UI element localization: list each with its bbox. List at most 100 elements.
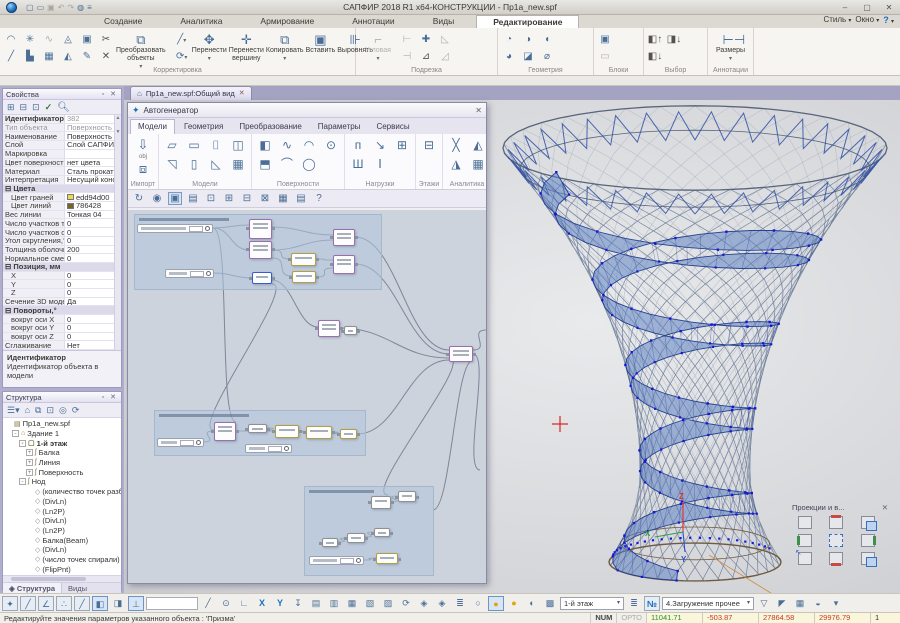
sphere-icon[interactable]: ◯ (300, 155, 318, 173)
link-icon[interactable]: ⊡ (46, 405, 54, 416)
slider-node[interactable] (137, 224, 213, 233)
slope1-icon[interactable]: ◺ (437, 32, 453, 47)
import-model-icon[interactable]: ⧈ (132, 160, 154, 178)
property-value[interactable]: Несущий конст... (65, 176, 121, 184)
storeys-icon[interactable]: ⊟ (420, 136, 438, 154)
property-value[interactable]: Нет▾ (65, 341, 121, 349)
ag-tab-Параметры[interactable]: Параметры (311, 120, 368, 134)
tree-expand-icon[interactable]: - (19, 440, 26, 447)
pin-icon[interactable]: ▫ (102, 394, 106, 401)
graph-node[interactable] (322, 538, 338, 547)
value-field[interactable] (146, 597, 198, 610)
node-canvas[interactable] (128, 210, 486, 583)
graph-node[interactable] (292, 271, 316, 283)
display-box2-icon[interactable]: ▥ (326, 596, 342, 611)
eye-icon[interactable]: ◉ (150, 193, 164, 204)
slice-icon[interactable]: ⌀ (539, 49, 555, 64)
slope2-icon[interactable]: ◿ (437, 49, 453, 64)
pin-icon[interactable]: ▫ (102, 91, 106, 98)
view-solid-icon[interactable]: ◧ (92, 596, 108, 611)
slider-value[interactable] (180, 440, 194, 446)
property-value[interactable]: 0 (65, 280, 121, 288)
paste-button[interactable]: ▣ Вставить (306, 30, 336, 66)
display-box3-icon[interactable]: ▦ (344, 596, 360, 611)
graph-node[interactable] (333, 255, 355, 274)
top-view-icon[interactable] (829, 516, 843, 529)
drop-level-icon[interactable]: ↧ (290, 596, 306, 611)
filter-group-icon[interactable]: ⊡ (32, 102, 40, 113)
arc-surface-icon[interactable]: ⌒ (278, 155, 296, 173)
import-obj-icon[interactable]: ⇩ (132, 136, 154, 154)
close-tab-icon[interactable]: ✕ (239, 87, 245, 100)
transform-objects-button[interactable]: ⧉ Преобразовать объекты▾ (116, 30, 166, 66)
ribbon-tab-Редактирование[interactable]: Редактирование (476, 15, 579, 28)
select-up-icon[interactable]: ◧↑ (647, 32, 663, 47)
tree-item[interactable]: ◇(DivLn) (3, 545, 121, 555)
book2-icon[interactable]: ◈ (434, 596, 450, 611)
distributed-load-icon[interactable]: ᴨ (349, 136, 367, 154)
ribbon-tab-Аннотации[interactable]: Аннотации (336, 15, 411, 28)
block-make-icon[interactable]: ▣ (597, 32, 613, 47)
graph-node[interactable] (318, 320, 340, 337)
property-value[interactable] (65, 150, 121, 158)
slider-node[interactable] (309, 556, 364, 565)
extend-icon[interactable]: ⊣ (399, 49, 415, 64)
property-value[interactable]: 0 (65, 333, 121, 341)
graph-node[interactable] (371, 496, 391, 509)
lamp-p-icon[interactable]: ◐ (524, 596, 540, 611)
close-panel-icon[interactable]: ✕ (110, 91, 118, 98)
graph-node[interactable] (248, 424, 267, 433)
property-value[interactable]: 382 (65, 115, 121, 123)
rotate-icon[interactable]: ⟳▾ (174, 49, 190, 64)
filter-add-icon[interactable]: ▽ (756, 596, 772, 611)
frame-fit-icon[interactable]: ⊠ (258, 193, 272, 204)
cross-trim-icon[interactable]: ✚ (418, 32, 434, 47)
snap-angle-icon[interactable]: ∠ (38, 596, 54, 611)
dimensions-button[interactable]: ⊢⊣ Размеры▾ (711, 30, 750, 66)
trim1-icon[interactable]: ⊢ (399, 32, 415, 47)
ellipse1-icon[interactable]: ◔ (501, 32, 517, 47)
palette-close-icon[interactable]: ✕ (882, 503, 888, 512)
graph-node[interactable] (252, 272, 272, 284)
fit-view-icon[interactable] (829, 534, 843, 547)
app-logo-icon[interactable] (2, 0, 20, 14)
help-icon[interactable]: ? (312, 193, 326, 204)
print-icon[interactable]: ≣ (452, 596, 468, 611)
ellipse2-icon[interactable]: ◕ (501, 49, 517, 64)
graph-node[interactable] (275, 425, 299, 438)
graph-node[interactable] (347, 533, 365, 543)
snap-edge-icon[interactable]: ╱ (20, 596, 36, 611)
array-icon[interactable]: ▙ (22, 49, 38, 64)
workplane-icon[interactable]: ⊥ (128, 596, 144, 611)
tree-expand-icon[interactable]: + (26, 449, 33, 456)
save-db-icon[interactable]: ▤ (186, 193, 200, 204)
search-icon[interactable]: 🔍︎ (57, 102, 70, 113)
tree-item[interactable]: +ʃЛиния (3, 458, 121, 468)
property-value[interactable]: 786428 (65, 202, 121, 210)
minimize-button[interactable]: – (834, 1, 856, 14)
spline-icon[interactable]: ∿ (278, 136, 296, 154)
property-value[interactable]: Слой САПФИР (65, 141, 121, 149)
tree-item[interactable]: ◇(DivLn) (3, 516, 121, 526)
slider-node[interactable] (157, 438, 204, 447)
property-value[interactable]: 200 (65, 246, 121, 254)
wedge-icon[interactable]: ◹ (163, 155, 181, 173)
rotate-view-icon[interactable] (798, 552, 812, 565)
lamp-off-icon[interactable]: ○ (470, 596, 486, 611)
tree-expand-icon[interactable]: + (26, 459, 33, 466)
shell-surface-icon[interactable]: ◠ (300, 136, 318, 154)
property-value[interactable]: 0 (65, 324, 121, 332)
mirror-icon[interactable]: ◭ (60, 49, 76, 64)
maximize-button[interactable]: ▢ (856, 1, 878, 14)
overlap-view-icon[interactable] (861, 552, 875, 565)
surf2-icon[interactable]: ◪ (520, 49, 536, 64)
property-value[interactable]: 0 (65, 254, 121, 262)
refresh-icon[interactable]: ⟳ (398, 596, 414, 611)
refresh-tree-icon[interactable]: ⟳ (72, 405, 80, 416)
graph-node[interactable] (398, 491, 416, 502)
select-down-icon[interactable]: ◧↓ (647, 49, 663, 64)
select-down2-icon[interactable]: ◨↓ (666, 32, 682, 47)
draw-circle-icon[interactable]: ⊙ (218, 596, 234, 611)
surf1-icon[interactable]: ◑ (520, 32, 536, 47)
ribbon-tab-Армирование[interactable]: Армирование (244, 15, 330, 28)
